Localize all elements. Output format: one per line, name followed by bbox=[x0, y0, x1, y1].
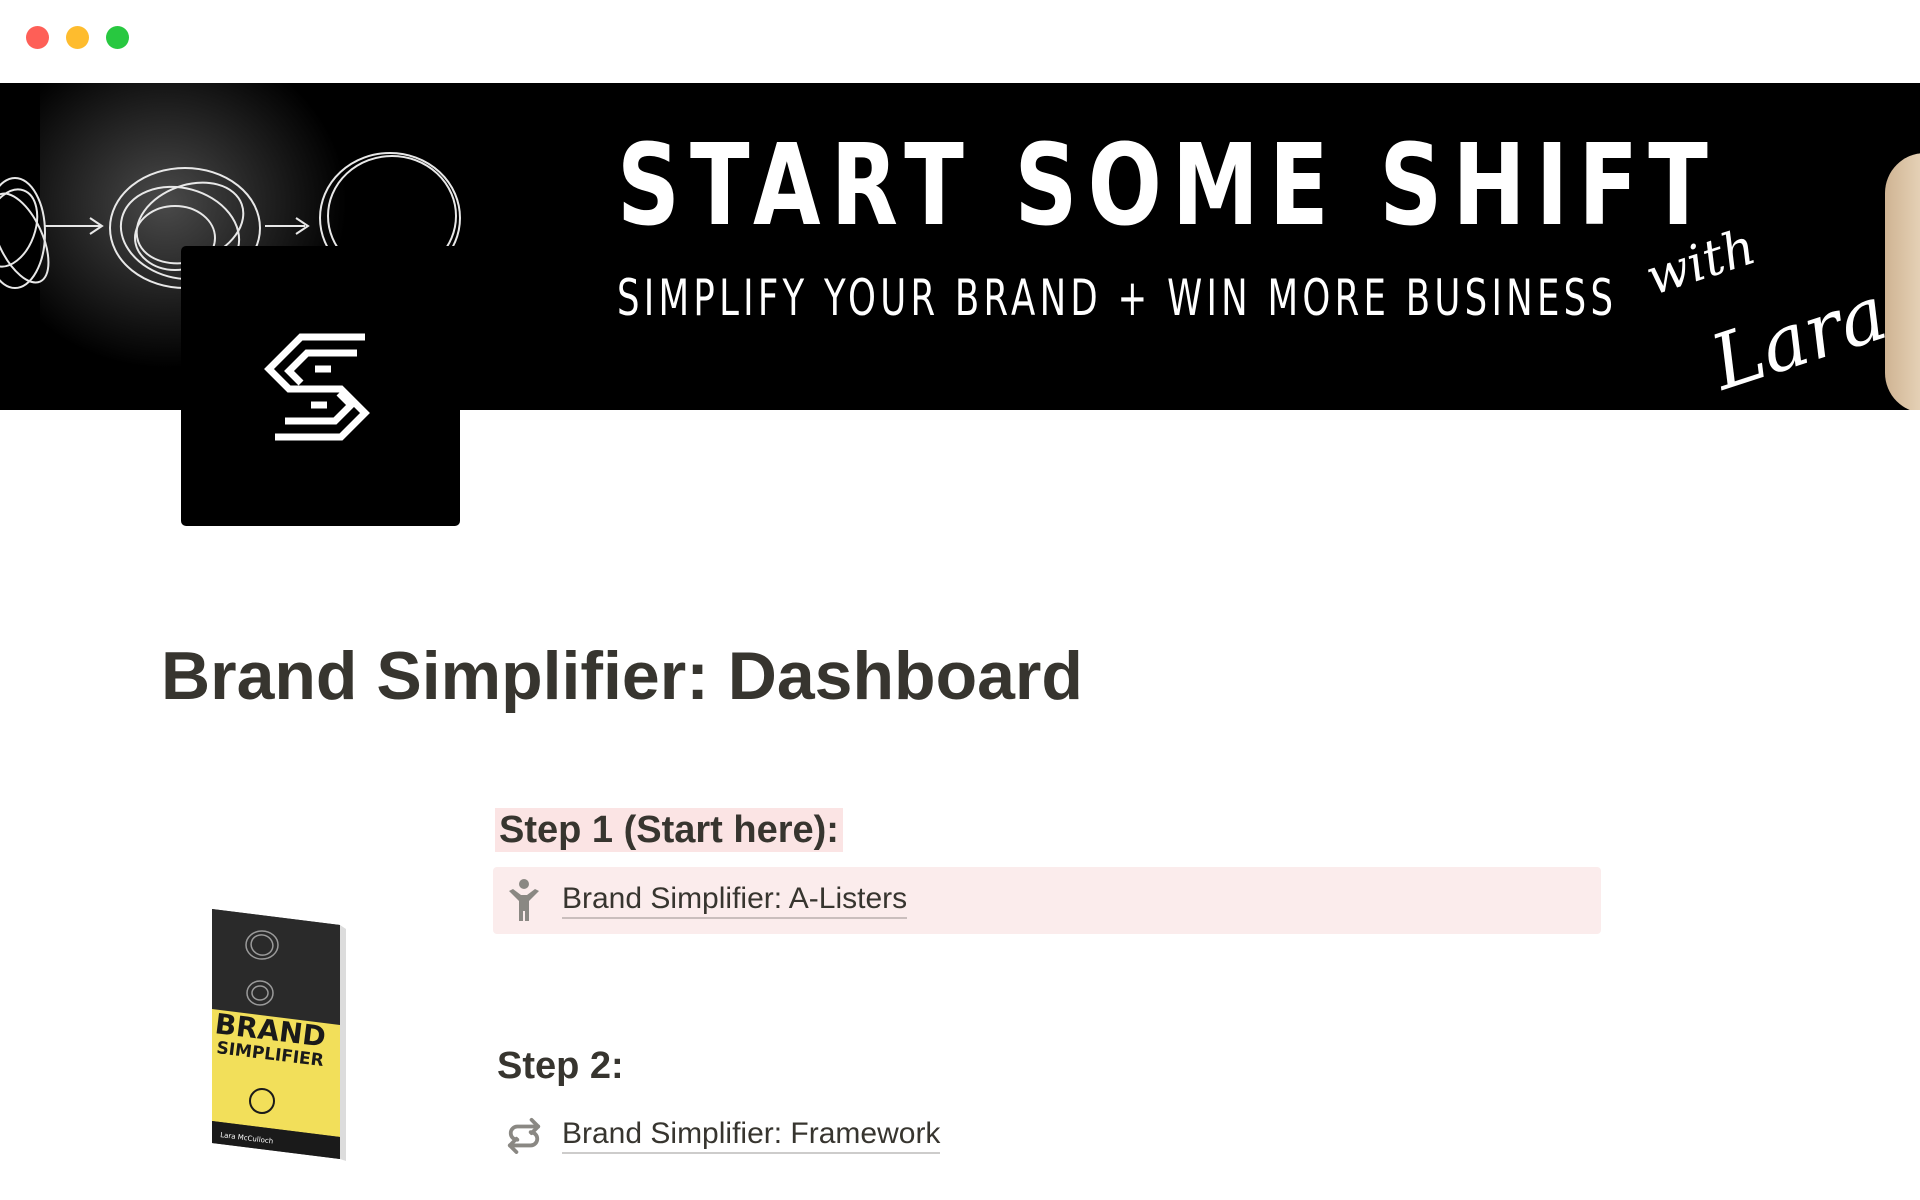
window-titlebar bbox=[0, 0, 1920, 83]
cover-heading: START SOME SHIFT bbox=[617, 121, 1718, 251]
page-title[interactable]: Brand Simplifier: Dashboard bbox=[161, 636, 1083, 716]
close-window-button[interactable] bbox=[26, 26, 49, 49]
cover-portrait-photo bbox=[1885, 153, 1920, 410]
swap-arrows-icon bbox=[506, 1115, 542, 1155]
minimize-window-button[interactable] bbox=[66, 26, 89, 49]
cover-script-name: Lara bbox=[1700, 267, 1897, 408]
framework-link-label[interactable]: Brand Simplifier: Framework bbox=[562, 1116, 941, 1154]
framework-page-link[interactable]: Brand Simplifier: Framework bbox=[506, 1113, 941, 1157]
maximize-window-button[interactable] bbox=[106, 26, 129, 49]
book-cover-image: BRAND SIMPLIFIER Lara McCulloch bbox=[212, 909, 346, 1161]
person-icon bbox=[506, 879, 542, 921]
a-listers-link-label[interactable]: Brand Simplifier: A-Listers bbox=[562, 881, 908, 919]
step1-heading[interactable]: Step 1 (Start here): bbox=[495, 808, 843, 852]
a-listers-page-link[interactable]: Brand Simplifier: A-Listers bbox=[506, 878, 908, 922]
brand-s-logo-icon bbox=[263, 333, 370, 440]
page-icon[interactable] bbox=[181, 246, 460, 526]
step2-heading[interactable]: Step 2: bbox=[497, 1044, 624, 1088]
cover-subheading: SIMPLIFY YOUR BRAND + WIN MORE BUSINESS bbox=[617, 269, 1618, 327]
